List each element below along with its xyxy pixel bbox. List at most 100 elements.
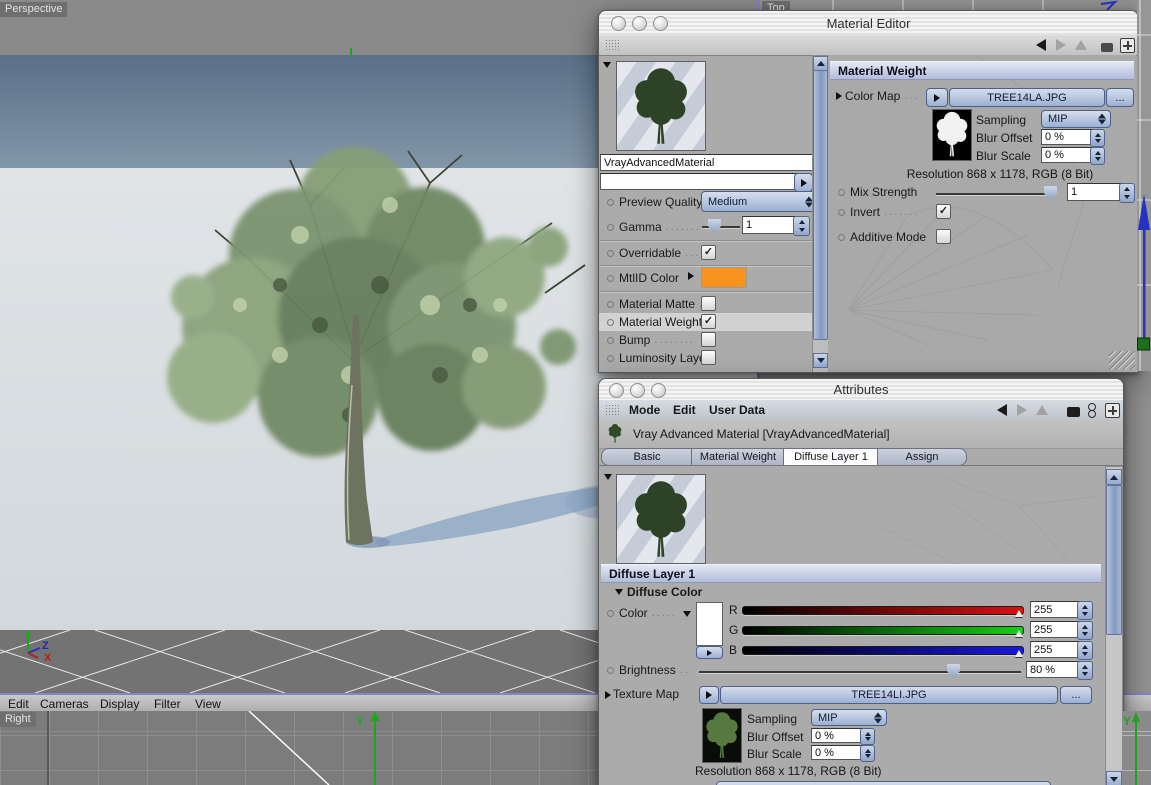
blur-scale-field[interactable]: 0 % [1041,147,1095,163]
tab-diffuse-layer-1[interactable]: Diffuse Layer 1 [783,448,879,466]
blur-offset-field[interactable]: 0 % [811,728,864,743]
updown-arrows-icon [1098,113,1106,125]
attributes-titlebar[interactable]: Attributes [599,379,1123,401]
mix-strength-slider-track[interactable] [936,193,1046,195]
material-preview-thumbnail[interactable] [616,61,706,151]
tab-material-weight[interactable]: Material Weight [691,448,785,466]
luminosity-layer-checkbox[interactable] [701,350,716,365]
sampling-label: Sampling [976,113,1027,127]
channel-g-field[interactable]: 255 [1030,621,1081,638]
material-weight-checkbox[interactable]: ✓ [701,314,716,329]
tab-basic[interactable]: Basic [601,448,693,466]
sampling-dropdown[interactable]: MIP [1041,110,1111,128]
texture-map-file-button[interactable]: TREE14LI.JPG [720,686,1058,704]
gamma-value-field[interactable]: 1 [742,216,798,234]
attributes-scrollbar[interactable] [1105,466,1123,785]
history-back-icon[interactable] [997,404,1007,416]
gamma-slider-thumb[interactable] [708,219,721,233]
menu-display[interactable]: Display [100,697,139,711]
layer-preview-thumbnail[interactable] [616,474,706,564]
blur-offset-stepper[interactable] [1090,129,1105,147]
mix-strength-stepper[interactable] [1119,183,1135,203]
lock-open-icon[interactable] [1101,43,1113,52]
menu-filter[interactable]: Filter [154,697,181,711]
material-name-field[interactable]: VrayAdvancedMaterial [600,154,814,171]
color-map-thumbnail[interactable] [932,109,972,161]
scroll-down-button[interactable] [1106,771,1122,785]
menu-mode[interactable]: Mode [629,403,660,417]
texture-map-browse-button[interactable]: ... [1060,686,1092,704]
channel-b-stepper[interactable] [1077,641,1093,660]
history-up-icon[interactable] [1036,405,1048,415]
channel-b-slider[interactable] [742,646,1024,655]
menu-cameras[interactable]: Cameras [40,697,89,711]
texture-map-thumbnail[interactable] [702,708,742,763]
history-up-icon[interactable] [1075,40,1087,50]
channel-r-field[interactable]: 255 [1030,601,1081,618]
sampling-dropdown[interactable]: MIP [811,709,887,726]
bump-checkbox[interactable] [701,332,716,347]
scrollbar-thumb[interactable] [1106,485,1122,635]
menu-edit[interactable]: Edit [673,403,696,417]
history-forward-icon[interactable] [1017,404,1027,416]
channel-b-field[interactable]: 255 [1030,641,1081,658]
menu-user-data[interactable]: User Data [709,403,765,417]
scroll-up-button[interactable] [1106,469,1122,485]
next-map-file-button[interactable] [716,781,1051,785]
mtlid-color-swatch[interactable] [701,267,747,288]
brightness-slider-thumb[interactable] [947,664,960,678]
tab-assign[interactable]: Assign [877,448,967,466]
link-icon[interactable] [1088,403,1096,418]
additive-mode-checkbox[interactable] [936,229,951,244]
blur-offset-stepper[interactable] [860,728,875,745]
blur-scale-stepper[interactable] [860,745,875,762]
overridable-checkbox[interactable]: ✓ [701,245,716,260]
material-search-popup-button[interactable] [794,173,813,192]
channel-g-stepper[interactable] [1077,621,1093,640]
color-map-file-button[interactable]: TREE14LA.JPG [949,88,1105,107]
panel-grip-icon[interactable] [605,39,620,51]
mtlid-expand-icon[interactable] [688,272,694,280]
menu-view[interactable]: View [195,697,221,711]
texture-map-expand-icon[interactable] [605,691,611,699]
scrollbar-thumb[interactable] [813,70,828,340]
new-panel-icon[interactable] [1120,38,1135,53]
window-resize-grip[interactable] [1109,351,1135,370]
color-swatch[interactable] [696,602,723,646]
blur-scale-field[interactable]: 0 % [811,745,864,760]
gamma-stepper[interactable] [793,216,810,236]
material-list-scrollbar[interactable] [812,55,829,372]
gamma-slider-track[interactable] [702,226,740,228]
invert-checkbox[interactable]: ✓ [936,204,951,219]
texture-map-shader-button[interactable] [699,686,719,704]
color-map-expand-icon[interactable] [836,92,842,100]
channel-r-slider[interactable] [742,606,1024,615]
color-dropdown-icon[interactable] [683,611,691,617]
channel-g-slider[interactable] [742,626,1024,635]
collapse-arrow-icon[interactable] [603,62,611,68]
color-expand-button[interactable] [696,646,723,659]
menu-edit[interactable]: Edit [8,697,29,711]
preview-quality-dropdown[interactable]: Medium [701,191,818,212]
diffuse-color-collapse-icon[interactable] [615,589,623,595]
new-panel-icon[interactable] [1105,403,1120,418]
channel-r-stepper[interactable] [1077,601,1093,620]
lock-closed-icon[interactable] [1067,407,1080,417]
material-editor-titlebar[interactable]: Material Editor [599,11,1138,36]
material-search-field[interactable] [600,173,798,190]
blur-scale-stepper[interactable] [1090,147,1105,165]
brightness-field[interactable]: 80 % [1026,661,1081,678]
history-forward-icon[interactable] [1056,39,1066,51]
history-back-icon[interactable] [1036,39,1046,51]
material-matte-checkbox[interactable] [701,296,716,311]
panel-grip-icon[interactable] [605,404,620,416]
collapse-arrow-icon[interactable] [604,474,612,480]
scroll-down-button[interactable] [813,353,828,368]
mix-strength-field[interactable]: 1 [1067,183,1123,201]
color-map-shader-button[interactable] [926,88,948,107]
blur-offset-field[interactable]: 0 % [1041,129,1095,145]
color-map-browse-button[interactable]: ... [1106,88,1134,107]
scroll-up-button[interactable] [813,56,828,71]
brightness-slider-track[interactable] [699,671,1021,673]
brightness-stepper[interactable] [1077,661,1093,680]
